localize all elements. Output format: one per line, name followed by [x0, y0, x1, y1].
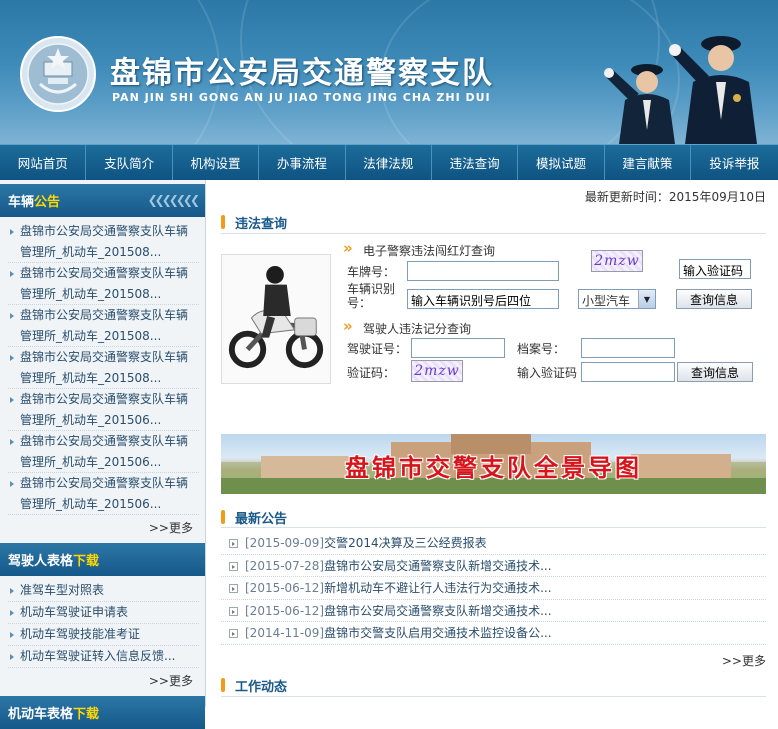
driver-forms-title-highlight: 下载	[73, 554, 100, 569]
list-item[interactable]: 准驾车型对照表	[8, 580, 199, 602]
panorama-banner[interactable]: 盘锦市交警支队全景导图	[221, 434, 766, 494]
banner-title: 盘锦市交警支队全景导图	[345, 453, 642, 482]
main-nav: 网站首页 支队简介 机构设置 办事流程 法律法规 违法查询 模拟试题 建言献策 …	[0, 144, 778, 180]
work-news-title: 工作动态	[221, 676, 287, 695]
nav-procedures[interactable]: 办事流程	[259, 145, 346, 180]
list-item[interactable]: [2015-06-12]盘锦市公安局交通警察支队新增交通技术...	[221, 600, 766, 622]
nav-mock-exam[interactable]: 模拟试题	[518, 145, 605, 180]
violation-query-title: 违法查询	[221, 213, 287, 232]
driver-forms-title: 驾驶人表格	[8, 554, 74, 569]
news-title: 新增机动车不避让行人违法行为交通技术...	[324, 581, 552, 595]
captcha-input[interactable]: 输入验证码	[679, 259, 751, 279]
nav-suggestions[interactable]: 建言献策	[605, 145, 692, 180]
update-time: 最新更新时间：2015年09月10日	[584, 190, 766, 204]
officers-illustration	[604, 36, 757, 144]
site-title: 盘锦市公安局交通警察支队	[110, 56, 494, 91]
list-item[interactable]: [2015-06-12]新增机动车不避让行人违法行为交通技术...	[221, 577, 766, 600]
nav-violation-query[interactable]: 违法查询	[432, 145, 519, 180]
nav-complaints[interactable]: 投诉举报	[691, 145, 777, 180]
latest-notice-list: [2015-09-09]交警2014决算及三公经费报表 [2015-07-28]…	[221, 532, 766, 645]
news-date: [2015-06-12]	[245, 581, 325, 595]
news-title: 盘锦市公安局交通警察支队新增交通技术...	[324, 558, 552, 573]
license-label: 驾驶证号：	[347, 342, 408, 356]
chevrons-icon: ❮❮❮❮❮❮❮	[147, 193, 200, 207]
nav-home[interactable]: 网站首页	[0, 145, 87, 180]
list-item[interactable]: 机动车驾驶技能准考证	[8, 624, 199, 646]
left-sidebar: 车辆 公告 ❮❮❮❮❮❮❮ 盘锦市公安局交通警察支队车辆管理所_机动车_20150…	[0, 180, 206, 729]
list-item[interactable]: 盘锦市公安局交通警察支队车辆管理所_机动车_201508...	[8, 221, 199, 263]
list-item[interactable]: [2015-09-09]交警2014决算及三公经费报表	[221, 532, 766, 555]
latest-notice-title: 最新公告	[221, 508, 287, 527]
vehicle-notice-list: 盘锦市公安局交通警察支队车辆管理所_机动车_201508... 盘锦市公安局交通…	[0, 217, 205, 515]
violation-query-panel: 电子警察违法闯红灯查询 车牌号： 2mzw 输入验证码 车辆识别号： 输入车辆识…	[221, 239, 766, 386]
list-item[interactable]: [2015-07-28]盘锦市公安局交通警察支队新增交通技术...	[221, 555, 766, 577]
license-input[interactable]	[411, 338, 505, 358]
news-date: [2015-07-28]	[245, 558, 325, 573]
divider	[221, 696, 766, 697]
list-item[interactable]: 机动车驾驶证申请表	[8, 602, 199, 624]
news-title: 盘锦市公安局交通警察支队新增交通技术...	[324, 603, 552, 618]
site-subtitle: PAN JIN SHI GONG AN JU JIAO TONG JING CH…	[112, 91, 491, 104]
latest-notice-more-link[interactable]: >>更多	[722, 652, 766, 669]
vehicle-notice-header: 车辆 公告 ❮❮❮❮❮❮❮	[0, 184, 205, 217]
vehicle-forms-title: 机动车表格	[8, 707, 74, 722]
vin-label: 车辆识别号：	[347, 282, 396, 310]
code-input-label: 输入验证码	[517, 366, 578, 380]
car-type-value: 小型汽车	[582, 294, 631, 308]
nav-about[interactable]: 支队简介	[86, 145, 173, 180]
points-query-button[interactable]: 查询信息	[677, 362, 753, 382]
file-label: 档案号：	[517, 342, 566, 356]
plate-input[interactable]	[407, 261, 559, 281]
nav-organization[interactable]: 机构设置	[173, 145, 260, 180]
list-item[interactable]: 盘锦市公安局交通警察支队车辆管理所_机动车_201508...	[8, 347, 199, 389]
list-item[interactable]: 盘锦市公安局交通警察支队车辆管理所_机动车_201506...	[8, 473, 199, 515]
code-label: 验证码：	[347, 366, 396, 380]
captcha-image: 2mzw	[591, 250, 643, 272]
news-date: [2015-06-12]	[245, 603, 325, 618]
list-item[interactable]: 盘锦市公安局交通警察支队车辆管理所_机动车_201508...	[8, 305, 199, 347]
vehicle-notice-more-link[interactable]: >>更多	[0, 515, 205, 537]
driver-forms-list: 准驾车型对照表 机动车驾驶证申请表 机动车驾驶技能准考证 机动车驾驶证转入信息反…	[0, 576, 205, 668]
nav-laws[interactable]: 法律法规	[346, 145, 432, 180]
list-item[interactable]: [2014-11-09]盘锦市交警支队启用交通技术监控设备公...	[221, 622, 766, 645]
plate-label: 车牌号：	[347, 265, 396, 279]
camera-query-button[interactable]: 查询信息	[676, 289, 752, 309]
vin-input[interactable]: 输入车辆识别号后四位	[407, 289, 559, 309]
car-type-select[interactable]: 小型汽车 ▼	[578, 289, 656, 309]
list-item[interactable]: 机动车驾驶证转入信息反馈...	[8, 646, 199, 668]
divider	[221, 233, 766, 234]
points-query-heading: 驾驶人违法记分查询	[341, 317, 471, 337]
camera-query-heading: 电子警察违法闯红灯查询	[341, 239, 495, 259]
vehicle-notice-title-highlight: 公告	[34, 195, 61, 210]
news-date: [2014-11-09]	[245, 626, 325, 640]
code-input[interactable]	[581, 362, 675, 382]
captcha-image-2: 2mzw	[411, 360, 463, 382]
site-header: 盘锦市公安局交通警察支队 PAN JIN SHI GONG AN JU JIAO…	[0, 0, 778, 144]
news-date: [2015-09-09]	[245, 536, 325, 550]
list-item[interactable]: 盘锦市公安局交通警察支队车辆管理所_机动车_201506...	[8, 389, 199, 431]
news-title: 盘锦市交警支队启用交通技术监控设备公...	[324, 626, 552, 640]
driver-forms-more-link[interactable]: >>更多	[0, 668, 205, 690]
main-content: 最新更新时间：2015年09月10日 违法查询 电子警察违法闯红灯查询 车牌号：…	[206, 180, 778, 707]
driver-forms-header: 驾驶人表格 下载	[0, 543, 205, 576]
vehicle-forms-title-highlight: 下载	[73, 707, 100, 722]
vehicle-forms-header: 机动车表格 下载	[0, 696, 205, 729]
chevron-down-icon: ▼	[638, 290, 655, 308]
news-title: 交警2014决算及三公经费报表	[324, 536, 487, 550]
list-item[interactable]: 盘锦市公安局交通警察支队车辆管理所_机动车_201506...	[8, 431, 199, 473]
file-number-input[interactable]	[581, 338, 675, 358]
vehicle-notice-title: 车辆	[8, 195, 35, 210]
motorcycle-police-image	[221, 254, 331, 384]
police-emblem-icon	[20, 36, 96, 112]
list-item[interactable]: 盘锦市公安局交通警察支队车辆管理所_机动车_201508...	[8, 263, 199, 305]
divider	[221, 527, 766, 528]
